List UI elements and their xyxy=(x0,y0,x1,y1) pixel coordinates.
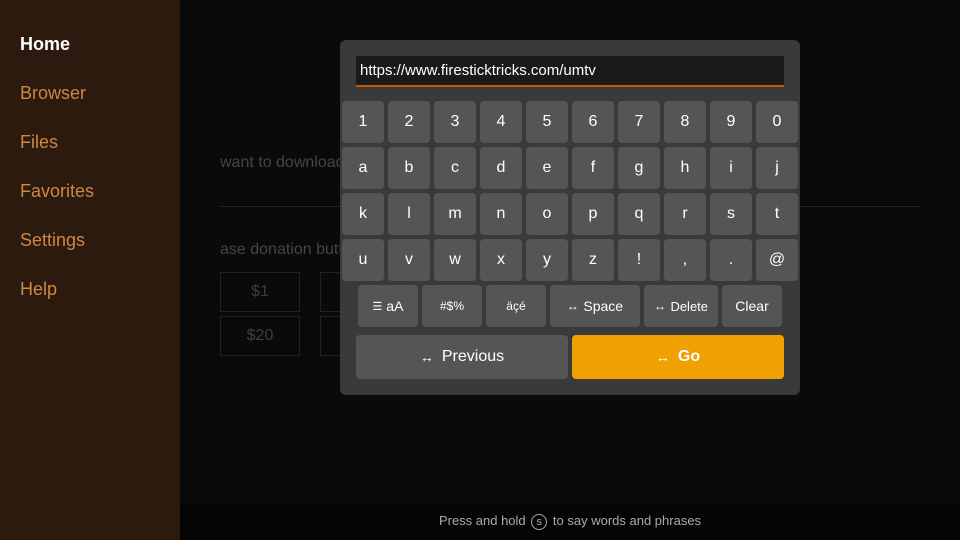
sidebar-item-favorites[interactable]: Favorites xyxy=(0,167,180,216)
alpha-row3: u v w x y z ! , . @ xyxy=(356,239,784,281)
key-q[interactable]: q xyxy=(618,193,660,235)
key-t[interactable]: t xyxy=(756,193,798,235)
key-i[interactable]: i xyxy=(710,147,752,189)
key-l[interactable]: l xyxy=(388,193,430,235)
sidebar-item-help[interactable]: Help xyxy=(0,265,180,314)
action-row: ↔ Previous ↔ Go xyxy=(356,335,784,379)
symbols-key[interactable]: #$% xyxy=(422,285,482,327)
key-a[interactable]: a xyxy=(342,147,384,189)
key-m[interactable]: m xyxy=(434,193,476,235)
key-f[interactable]: f xyxy=(572,147,614,189)
key-at[interactable]: @ xyxy=(756,239,798,281)
key-b[interactable]: b xyxy=(388,147,430,189)
key-9[interactable]: 9 xyxy=(710,101,752,143)
key-comma[interactable]: , xyxy=(664,239,706,281)
go-icon: ↔ xyxy=(656,349,670,365)
key-h[interactable]: h xyxy=(664,147,706,189)
sidebar-item-browser[interactable]: Browser xyxy=(0,69,180,118)
hint-bar: Press and hold s to say words and phrase… xyxy=(180,503,960,540)
key-d[interactable]: d xyxy=(480,147,522,189)
previous-button[interactable]: ↔ Previous xyxy=(356,335,568,379)
delete-key[interactable]: ↔ Delete xyxy=(644,285,718,327)
key-w[interactable]: w xyxy=(434,239,476,281)
key-n[interactable]: n xyxy=(480,193,522,235)
number-row: 1 2 3 4 5 6 7 8 9 0 xyxy=(356,101,784,143)
key-j[interactable]: j xyxy=(756,147,798,189)
key-3[interactable]: 3 xyxy=(434,101,476,143)
sidebar-item-home[interactable]: Home xyxy=(0,20,180,69)
key-r[interactable]: r xyxy=(664,193,706,235)
key-c[interactable]: c xyxy=(434,147,476,189)
sidebar-item-settings[interactable]: Settings xyxy=(0,216,180,265)
key-exclaim[interactable]: ! xyxy=(618,239,660,281)
key-0[interactable]: 0 xyxy=(756,101,798,143)
key-e[interactable]: e xyxy=(526,147,568,189)
caps-key[interactable]: ☰ aA xyxy=(358,285,418,327)
main-area: want to download: ase donation buttons: … xyxy=(180,0,960,540)
key-1[interactable]: 1 xyxy=(342,101,384,143)
keyboard: 1 2 3 4 5 6 7 8 9 0 a b c d e f g h xyxy=(356,101,784,327)
alpha-row2: k l m n o p q r s t xyxy=(356,193,784,235)
key-7[interactable]: 7 xyxy=(618,101,660,143)
accents-key[interactable]: äçé xyxy=(486,285,546,327)
keyboard-dialog: 1 2 3 4 5 6 7 8 9 0 a b c d e f g h xyxy=(340,40,800,395)
clear-key[interactable]: Clear xyxy=(722,285,782,327)
space-key[interactable]: ↔ Space xyxy=(550,285,640,327)
special-row: ☰ aA #$% äçé ↔ Space ↔ Delete Clear xyxy=(356,285,784,327)
key-u[interactable]: u xyxy=(342,239,384,281)
key-4[interactable]: 4 xyxy=(480,101,522,143)
key-6[interactable]: 6 xyxy=(572,101,614,143)
sidebar-item-files[interactable]: Files xyxy=(0,118,180,167)
key-5[interactable]: 5 xyxy=(526,101,568,143)
key-8[interactable]: 8 xyxy=(664,101,706,143)
key-g[interactable]: g xyxy=(618,147,660,189)
sidebar: Home Browser Files Favorites Settings He… xyxy=(0,0,180,540)
key-p[interactable]: p xyxy=(572,193,614,235)
key-s[interactable]: s xyxy=(710,193,752,235)
alpha-row1: a b c d e f g h i j xyxy=(356,147,784,189)
url-input[interactable] xyxy=(356,56,784,87)
key-period[interactable]: . xyxy=(710,239,752,281)
key-y[interactable]: y xyxy=(526,239,568,281)
hint-icon: s xyxy=(531,514,547,530)
key-k[interactable]: k xyxy=(342,193,384,235)
key-o[interactable]: o xyxy=(526,193,568,235)
previous-icon: ↔ xyxy=(420,349,434,365)
key-z[interactable]: z xyxy=(572,239,614,281)
key-2[interactable]: 2 xyxy=(388,101,430,143)
go-button[interactable]: ↔ Go xyxy=(572,335,784,379)
key-v[interactable]: v xyxy=(388,239,430,281)
key-x[interactable]: x xyxy=(480,239,522,281)
